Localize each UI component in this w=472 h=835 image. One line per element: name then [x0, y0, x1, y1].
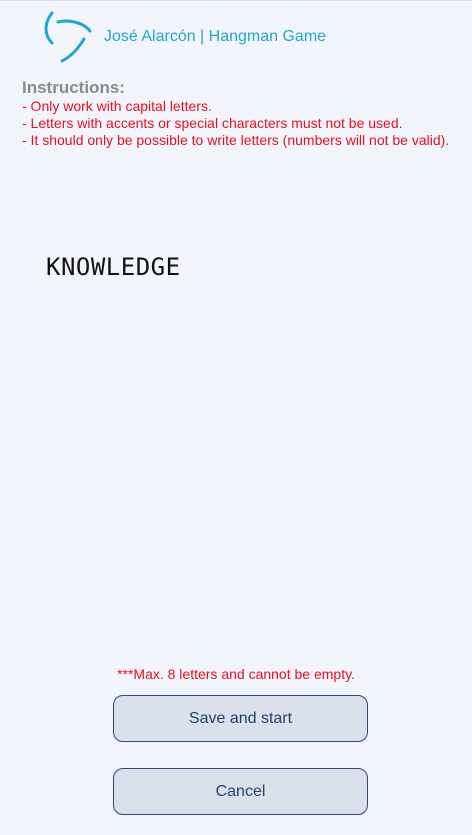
cancel-button[interactable]: Cancel [113, 768, 368, 815]
word-input[interactable] [40, 249, 352, 285]
app-title: José Alarcón | Hangman Game [104, 28, 327, 45]
instruction-line: - Only work with capital letters. [22, 98, 212, 114]
instruction-line: - Letters with accents or special charac… [22, 115, 403, 131]
app-header: José Alarcón | Hangman Game [0, 1, 472, 73]
save-and-start-button[interactable]: Save and start [113, 695, 368, 742]
logo-icon [44, 11, 92, 63]
validation-note: ***Max. 8 letters and cannot be empty. [117, 666, 355, 682]
instruction-line: - It should only be possible to write le… [22, 132, 450, 148]
instructions-heading: Instructions: [22, 78, 125, 97]
instructions-panel: Instructions: - Only work with capital l… [22, 78, 452, 149]
